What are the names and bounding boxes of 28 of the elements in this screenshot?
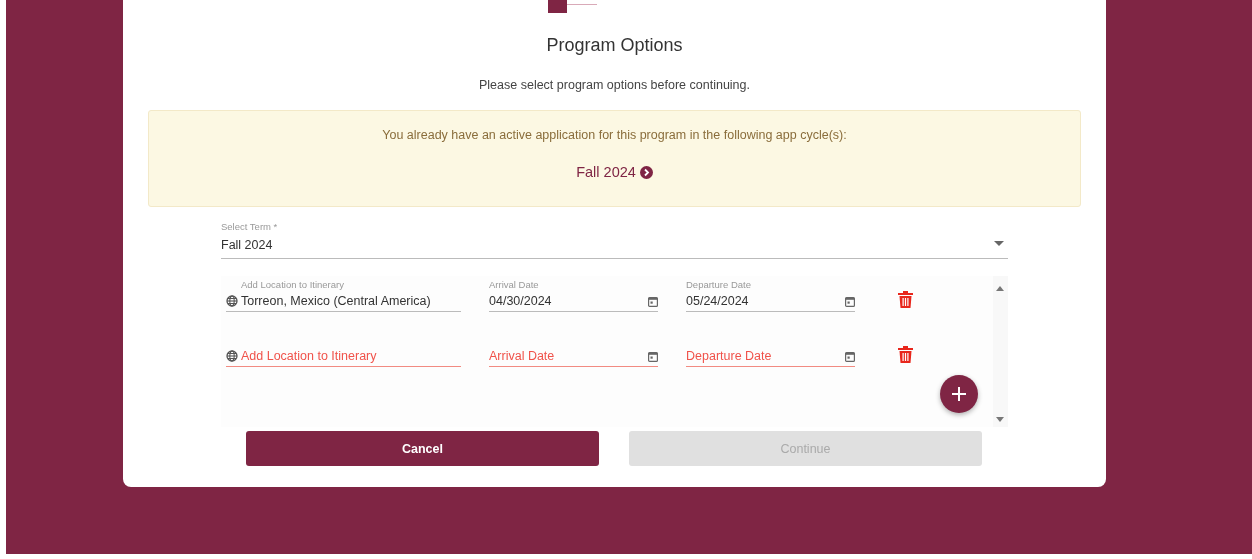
date-field[interactable]: Arrival Date	[489, 349, 658, 367]
chevron-circle-icon	[639, 165, 653, 179]
calendar-icon[interactable]	[648, 295, 658, 307]
calendar-icon[interactable]	[648, 350, 658, 362]
dialog-subtitle: Please select program options before continuing.	[479, 78, 750, 92]
trash-icon[interactable]	[898, 291, 913, 308]
globe-icon	[226, 350, 238, 362]
trash-icon[interactable]	[898, 346, 913, 363]
scroll-up-icon[interactable]	[996, 286, 1004, 291]
plus-icon	[952, 387, 966, 401]
term-select[interactable]: Select Term * Fall 2024	[221, 221, 1008, 259]
date-field[interactable]: Arrival Date 04/30/2024	[489, 279, 658, 312]
calendar-icon[interactable]	[845, 350, 855, 362]
add-button[interactable]	[940, 375, 978, 413]
location-field[interactable]: Add Location to Itinerary Torreon, Mexico (Central America)	[226, 279, 461, 312]
cancel-button[interactable]: Cancel	[246, 431, 599, 466]
logo-icon	[548, 0, 598, 13]
app-cycle-link[interactable]: Fall 2024	[576, 164, 653, 180]
scroll-down-icon[interactable]	[996, 417, 1004, 422]
caret-icon	[994, 241, 1004, 246]
scrollbar[interactable]	[993, 276, 1008, 427]
date-field[interactable]: Departure Date	[686, 349, 855, 367]
globe-icon	[226, 295, 238, 307]
alert-message: You already have an active application for this program in the following app cycle(s):	[382, 128, 847, 142]
calendar-icon[interactable]	[845, 295, 855, 307]
dialog-title: Program Options	[546, 34, 683, 57]
location-field[interactable]: Add Location to Itinerary	[226, 349, 461, 367]
date-field[interactable]: Departure Date 05/24/2024	[686, 279, 855, 312]
